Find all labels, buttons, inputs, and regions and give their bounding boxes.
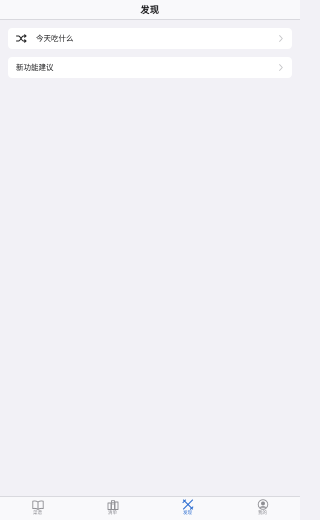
tab-bar: 菜谱 清单 发现 我的 bbox=[0, 496, 300, 520]
navigation-bar: 发现 bbox=[0, 0, 300, 20]
chevron-right-icon bbox=[278, 35, 284, 43]
tab-label: 我的 bbox=[258, 511, 267, 516]
tab-label: 菜谱 bbox=[33, 511, 42, 516]
menu-item-feature-suggestion[interactable]: 新功能建议 bbox=[8, 57, 292, 78]
book-icon bbox=[31, 499, 44, 510]
tab-discover[interactable]: 发现 bbox=[150, 497, 225, 520]
tools-icon bbox=[181, 499, 194, 510]
menu-item-label: 今天吃什么 bbox=[36, 34, 74, 43]
menu-item-label: 新功能建议 bbox=[16, 63, 54, 72]
tab-label: 清单 bbox=[108, 511, 117, 516]
menu-item-what-to-eat-today[interactable]: 今天吃什么 bbox=[8, 28, 292, 49]
tab-label: 发现 bbox=[183, 511, 192, 516]
page-title: 发现 bbox=[140, 5, 160, 16]
shuffle-icon bbox=[16, 34, 27, 43]
list-icon bbox=[107, 499, 119, 510]
tab-list[interactable]: 清单 bbox=[75, 497, 150, 520]
profile-icon bbox=[257, 499, 269, 510]
tab-recipes[interactable]: 菜谱 bbox=[0, 497, 75, 520]
chevron-right-icon bbox=[278, 64, 284, 72]
tab-profile[interactable]: 我的 bbox=[225, 497, 300, 520]
